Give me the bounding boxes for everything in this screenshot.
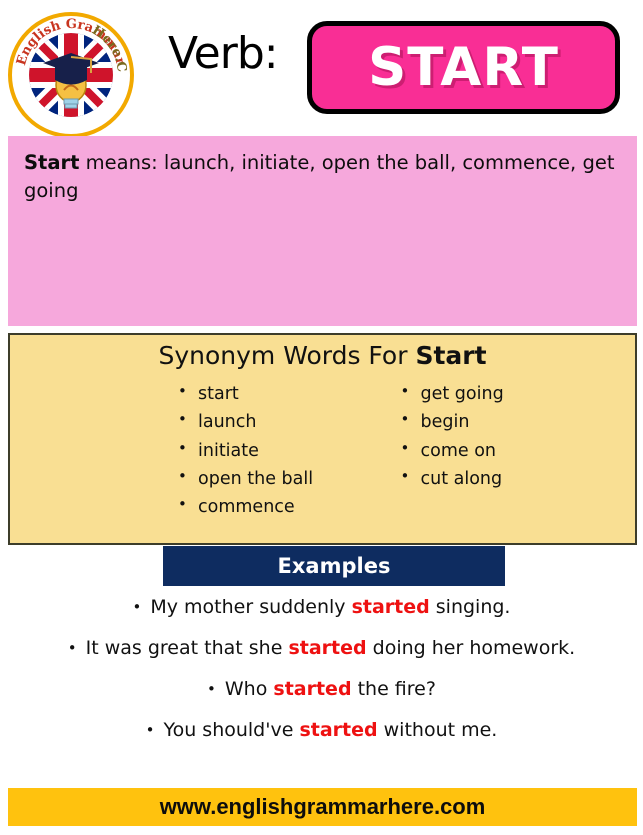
example-text-after: the fire? [351, 678, 436, 700]
examples-list: • My mother suddenly started singing. • It… [0, 598, 643, 762]
example-highlight: started [273, 678, 352, 700]
synonyms-column-right: get going begin come on cut along [323, 379, 636, 522]
example-text-before: My mother suddenly [150, 596, 352, 618]
synonyms-list-right: get going begin come on cut along [383, 379, 636, 493]
example-highlight: started [288, 637, 367, 659]
list-item: initiate [178, 436, 323, 465]
definition-box: Start means: launch, initiate, open the … [8, 136, 637, 455]
footer-bar: www.englishgrammarhere.com [8, 788, 637, 826]
synonyms-title-prefix: Synonym Words For [158, 341, 416, 370]
example-text-after: without me. [377, 719, 498, 741]
definition-text: Start means: launch, initiate, open the … [24, 149, 624, 204]
verb-word-text: START [368, 37, 559, 98]
union-jack-flag-icon [29, 33, 113, 117]
list-item: get going [401, 379, 636, 408]
list-item: launch [178, 407, 323, 436]
list-item: come on [401, 436, 636, 465]
definition-lead: means: [79, 151, 164, 174]
list-item: • My mother suddenly started singing. [0, 598, 643, 617]
verb-word-chip: START [307, 21, 620, 114]
examples-header: Examples [163, 546, 505, 586]
list-item: commence [178, 492, 323, 521]
example-text-before: You should've [163, 719, 300, 741]
footer-url: www.englishgrammarhere.com [159, 794, 486, 819]
synonyms-columns: start launch initiate open the ball comm… [10, 379, 636, 522]
bullet-icon: • [207, 680, 216, 698]
bullet-icon: • [132, 598, 142, 616]
synonyms-column-left: start launch initiate open the ball comm… [10, 379, 323, 522]
synonyms-list-left: start launch initiate open the ball comm… [160, 379, 323, 522]
list-item: start [178, 379, 323, 408]
example-highlight: started [351, 596, 430, 618]
example-text-after: doing her homework. [366, 637, 576, 659]
verb-label: Verb: [168, 28, 279, 79]
example-text-after: singing. [429, 596, 511, 618]
synonyms-title: Synonym Words For Start [10, 341, 635, 370]
examples-header-text: Examples [277, 554, 391, 578]
example-highlight: started [299, 719, 378, 741]
list-item: • Who started the fire? [0, 680, 643, 699]
bullet-icon: • [67, 639, 77, 657]
list-item: open the ball [178, 464, 323, 493]
list-item: cut along [401, 464, 636, 493]
list-item: • It was great that she started doing her… [0, 639, 643, 658]
list-item: • You should've started without me. [0, 721, 643, 740]
english-grammar-here-logo: English Grammar Here.Com [8, 12, 134, 138]
example-text-before: It was great that she [85, 637, 289, 659]
synonyms-title-word: Start [415, 341, 487, 370]
bullet-icon: • [145, 721, 155, 739]
example-text-before: Who [224, 678, 274, 700]
logo-inner-emblem [29, 33, 113, 117]
list-item: begin [401, 407, 636, 436]
header: English Grammar Here.Com [0, 0, 643, 138]
definition-word: Start [24, 151, 80, 174]
synonyms-box: Synonym Words For Start start launch ini… [8, 333, 637, 545]
